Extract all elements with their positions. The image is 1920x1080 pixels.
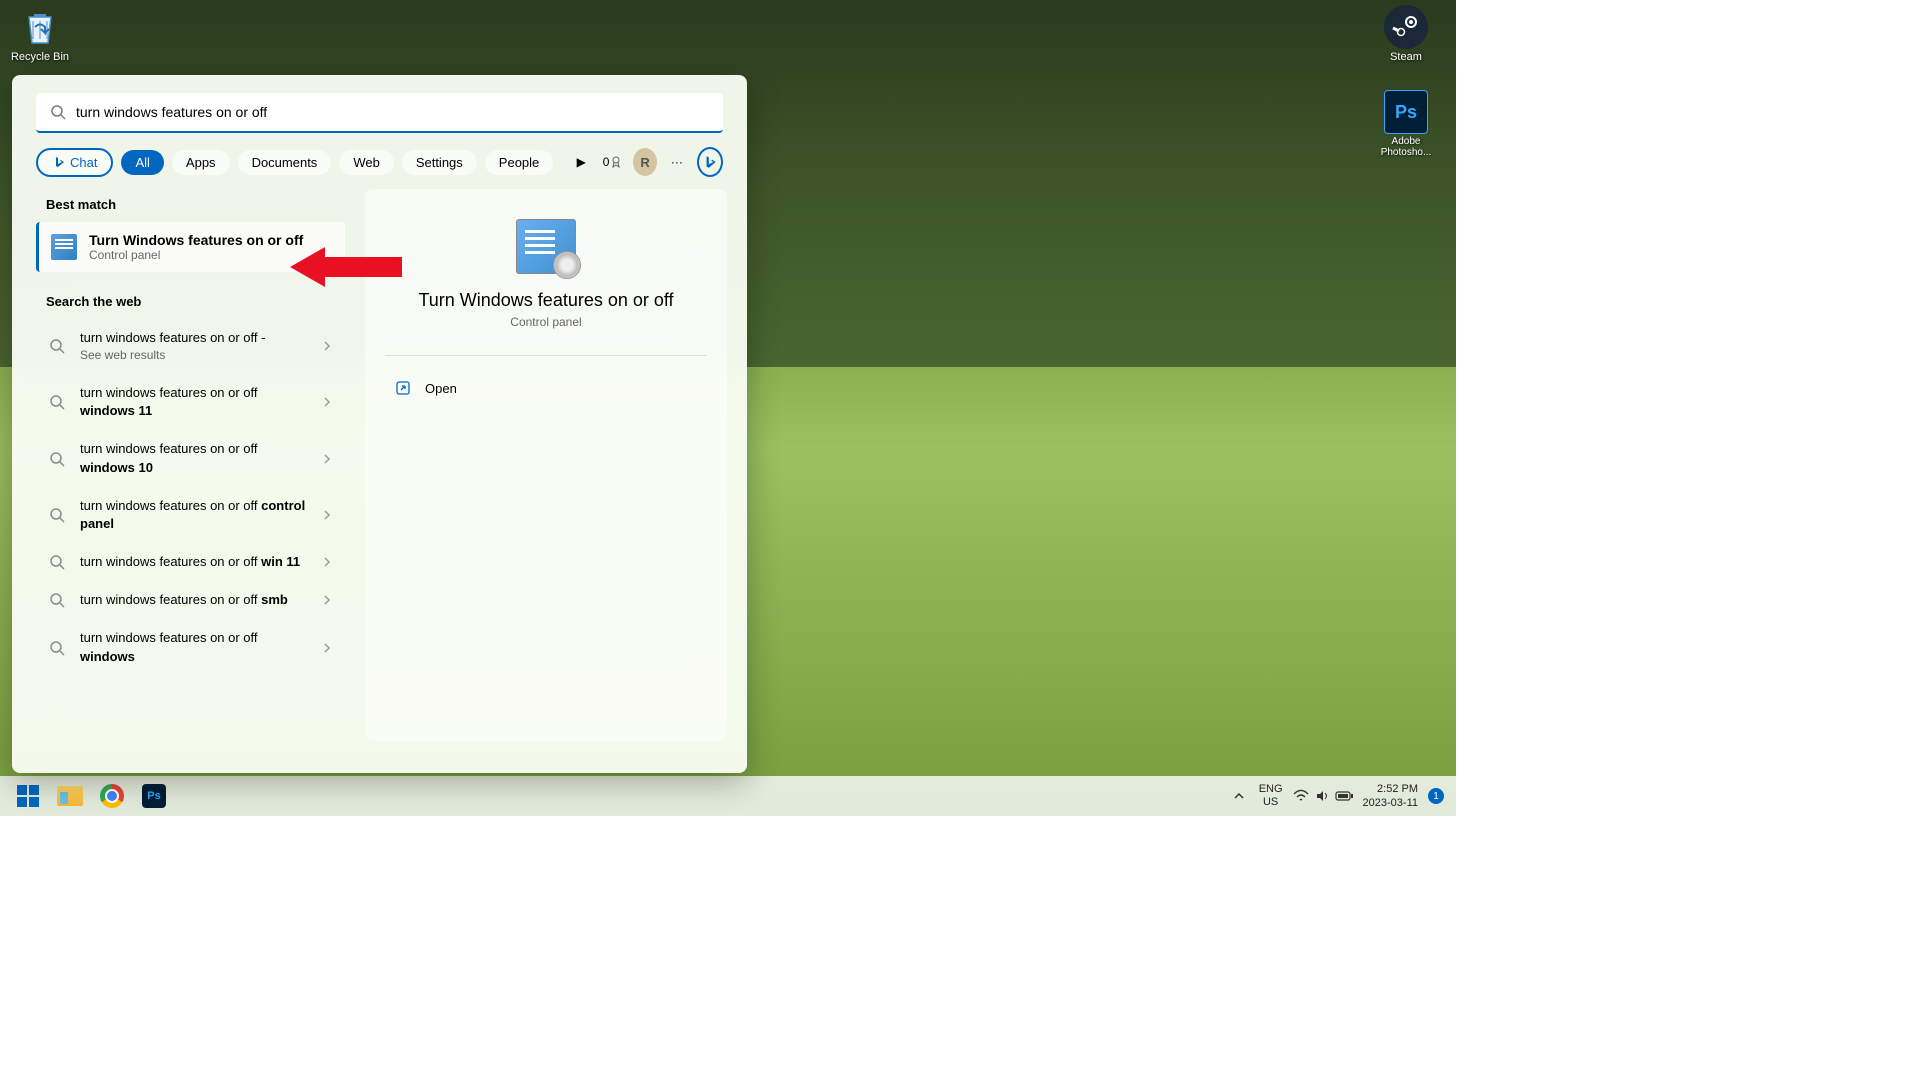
search-icon — [50, 104, 66, 120]
web-result-item[interactable]: turn windows features on or off windows — [36, 619, 345, 675]
recycle-bin-shortcut[interactable]: Recycle Bin — [5, 5, 75, 63]
folder-icon — [57, 786, 83, 806]
start-button[interactable] — [10, 780, 46, 812]
chevron-right-icon — [321, 453, 333, 465]
chevron-right-icon — [321, 642, 333, 654]
photoshop-label: Adobe Photosho... — [1371, 136, 1441, 158]
filter-apps[interactable]: Apps — [172, 150, 230, 175]
filter-settings[interactable]: Settings — [402, 150, 477, 175]
filter-documents[interactable]: Documents — [238, 150, 332, 175]
photoshop-shortcut[interactable]: Ps Adobe Photosho... — [1371, 90, 1441, 158]
tray-expand[interactable] — [1229, 780, 1249, 812]
web-result-item[interactable]: turn windows features on or off windows … — [36, 374, 345, 430]
search-icon — [48, 640, 66, 656]
chevron-up-icon — [1233, 790, 1245, 802]
chrome-icon — [100, 784, 124, 808]
open-action[interactable]: Open — [385, 374, 707, 402]
open-icon — [395, 380, 411, 396]
search-icon — [48, 338, 66, 354]
photoshop-icon: Ps — [142, 784, 166, 808]
notification-badge[interactable]: 1 — [1428, 788, 1444, 804]
search-icon — [48, 554, 66, 570]
web-result-item[interactable]: turn windows features on or off control … — [36, 487, 345, 543]
search-icon — [48, 451, 66, 467]
taskbar: Ps ENG US 2:52 PM 2023-03-11 1 — [0, 776, 1456, 816]
best-match-subtitle: Control panel — [89, 248, 303, 262]
volume-icon — [1315, 789, 1329, 803]
chevron-right-icon — [321, 594, 333, 606]
start-search-panel: Chat All Apps Documents Web Settings Peo… — [12, 75, 747, 773]
clock[interactable]: 2:52 PM 2023-03-11 — [1363, 782, 1418, 811]
chevron-right-icon — [321, 340, 333, 352]
best-match-title: Turn Windows features on or off — [89, 232, 303, 248]
steam-icon — [1384, 5, 1428, 49]
desktop-wallpaper: Recycle Bin Steam Ps Adobe Photosho... C… — [0, 0, 1456, 816]
chevron-right-icon — [321, 396, 333, 408]
filter-web[interactable]: Web — [339, 150, 394, 175]
web-result-item[interactable]: turn windows features on or off win 11 — [36, 543, 345, 581]
recycle-bin-icon — [18, 5, 62, 49]
web-result-item[interactable]: turn windows features on or off smb — [36, 581, 345, 619]
recycle-bin-label: Recycle Bin — [5, 51, 75, 63]
filter-people[interactable]: People — [485, 150, 553, 175]
control-panel-icon-large — [516, 219, 576, 274]
rewards-button[interactable]: 0 — [601, 148, 625, 176]
battery-icon — [1335, 790, 1353, 802]
search-icon — [48, 592, 66, 608]
best-match-heading: Best match — [36, 189, 345, 222]
taskbar-chrome[interactable] — [94, 780, 130, 812]
filter-more-right[interactable]: ▶ — [569, 148, 593, 176]
user-avatar[interactable]: R — [633, 148, 657, 176]
search-input[interactable] — [76, 104, 709, 120]
photoshop-icon: Ps — [1384, 90, 1428, 134]
taskbar-photoshop[interactable]: Ps — [136, 780, 172, 812]
steam-shortcut[interactable]: Steam — [1371, 5, 1441, 63]
web-result-item[interactable]: turn windows features on or off - See we… — [36, 319, 345, 374]
detail-title: Turn Windows features on or off — [385, 290, 707, 311]
filter-chat[interactable]: Chat — [36, 148, 113, 177]
annotation-arrow — [290, 242, 410, 292]
language-indicator[interactable]: ENG US — [1259, 783, 1283, 809]
bing-icon — [702, 154, 718, 170]
detail-subtitle: Control panel — [385, 315, 707, 329]
filter-all[interactable]: All — [121, 150, 163, 175]
bing-icon — [52, 155, 66, 169]
bing-chat-button[interactable] — [697, 147, 723, 177]
web-result-item[interactable]: turn windows features on or off windows … — [36, 430, 345, 486]
steam-label: Steam — [1371, 51, 1441, 63]
chevron-right-icon — [321, 556, 333, 568]
search-filters: Chat All Apps Documents Web Settings Peo… — [12, 147, 747, 189]
control-panel-icon — [51, 234, 77, 260]
wifi-icon — [1293, 789, 1309, 803]
search-icon — [48, 394, 66, 410]
search-box[interactable] — [36, 93, 723, 133]
more-menu[interactable]: ··· — [665, 148, 689, 176]
system-tray[interactable] — [1293, 789, 1353, 803]
search-icon — [48, 507, 66, 523]
chevron-right-icon — [321, 509, 333, 521]
result-detail-pane: Turn Windows features on or off Control … — [365, 189, 727, 741]
windows-icon — [17, 785, 39, 807]
taskbar-explorer[interactable] — [52, 780, 88, 812]
